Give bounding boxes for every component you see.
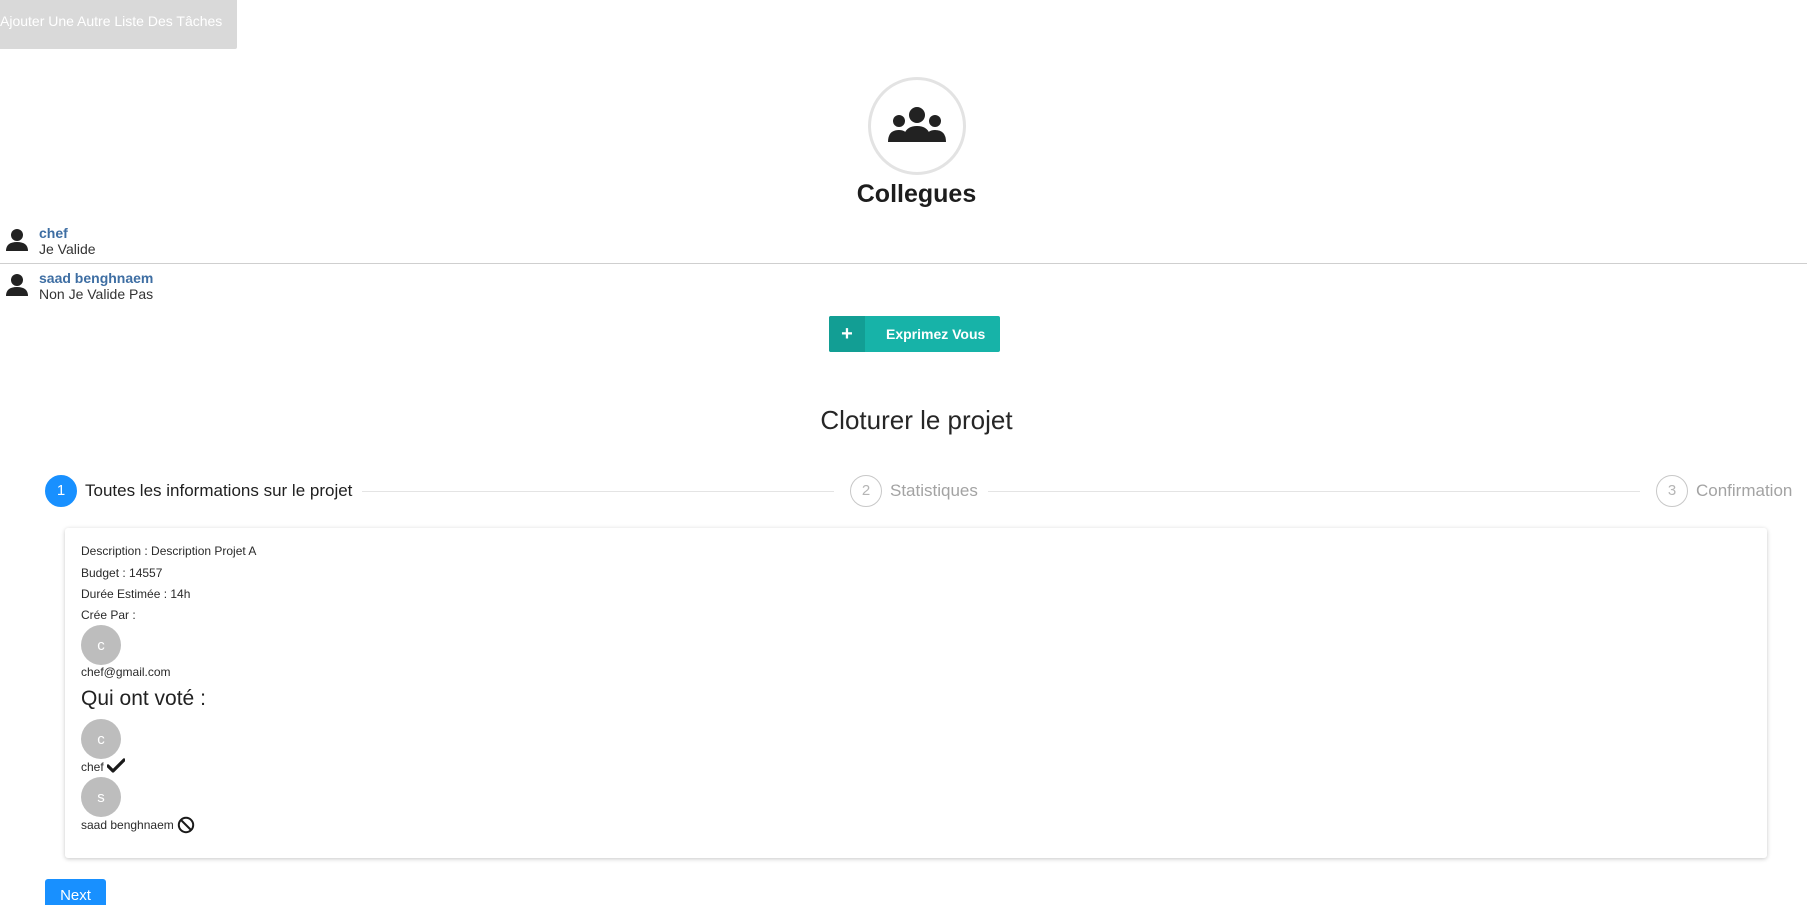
member-item[interactable]: saad benghnaem Non Je Valide Pas bbox=[0, 270, 1807, 306]
page: Ajouter Une Autre Liste Des Tâches Colle… bbox=[0, 0, 1807, 905]
member-item[interactable]: chef Je Valide bbox=[0, 225, 1807, 261]
step-connector bbox=[362, 491, 834, 492]
avatar-initial: c bbox=[97, 730, 105, 748]
member-status: Je Valide bbox=[39, 241, 96, 257]
creator-email: chef@gmail.com bbox=[81, 665, 171, 679]
member-name[interactable]: saad benghnaem bbox=[39, 270, 153, 286]
section-title: Cloturer le projet bbox=[820, 405, 1013, 435]
express-yourself-button[interactable]: + Exprimez Vous bbox=[829, 316, 1000, 352]
created-by-label: Crée Par : bbox=[81, 608, 136, 622]
project-budget: Budget : 14557 bbox=[81, 566, 163, 580]
next-label: Next bbox=[60, 887, 91, 904]
avatar: s bbox=[81, 777, 121, 817]
voter-name: saad benghnaem bbox=[81, 818, 174, 832]
member-status: Non Je Valide Pas bbox=[39, 286, 154, 302]
avatar-initial: c bbox=[97, 636, 105, 654]
avatar: c bbox=[81, 719, 121, 759]
add-task-list-label: Ajouter Une Autre Liste Des Tâches bbox=[0, 13, 223, 29]
add-task-list-button[interactable]: Ajouter Une Autre Liste Des Tâches bbox=[0, 0, 237, 49]
member-name[interactable]: chef bbox=[39, 225, 68, 241]
project-duration: Durée Estimée : 14h bbox=[81, 587, 191, 601]
voters-title: Qui ont voté : bbox=[81, 687, 206, 710]
step-number: 2 bbox=[850, 475, 882, 507]
next-button[interactable]: Next bbox=[45, 879, 106, 905]
express-yourself-label: Exprimez Vous bbox=[886, 326, 986, 342]
step-label: Statistiques bbox=[890, 481, 978, 500]
group-title: Collegues bbox=[856, 180, 977, 208]
group-avatar bbox=[868, 77, 966, 175]
user-icon bbox=[6, 229, 28, 251]
project-info-card: Description : Description Projet A Budge… bbox=[65, 528, 1767, 858]
ban-icon bbox=[177, 816, 195, 834]
step-connector bbox=[988, 491, 1640, 492]
plus-icon: + bbox=[829, 316, 865, 352]
users-icon bbox=[888, 107, 946, 142]
user-icon bbox=[6, 274, 28, 296]
step-label: Confirmation bbox=[1696, 481, 1793, 500]
project-description: Description : Description Projet A bbox=[81, 544, 257, 558]
voter-name: chef bbox=[81, 760, 104, 774]
step-number: 1 bbox=[45, 475, 77, 507]
check-icon bbox=[107, 758, 125, 773]
step-label: Toutes les informations sur le projet bbox=[85, 481, 353, 500]
avatar: c bbox=[81, 625, 121, 665]
avatar-initial: s bbox=[97, 788, 105, 806]
step-number: 3 bbox=[1656, 475, 1688, 507]
member-divider bbox=[0, 263, 1807, 264]
